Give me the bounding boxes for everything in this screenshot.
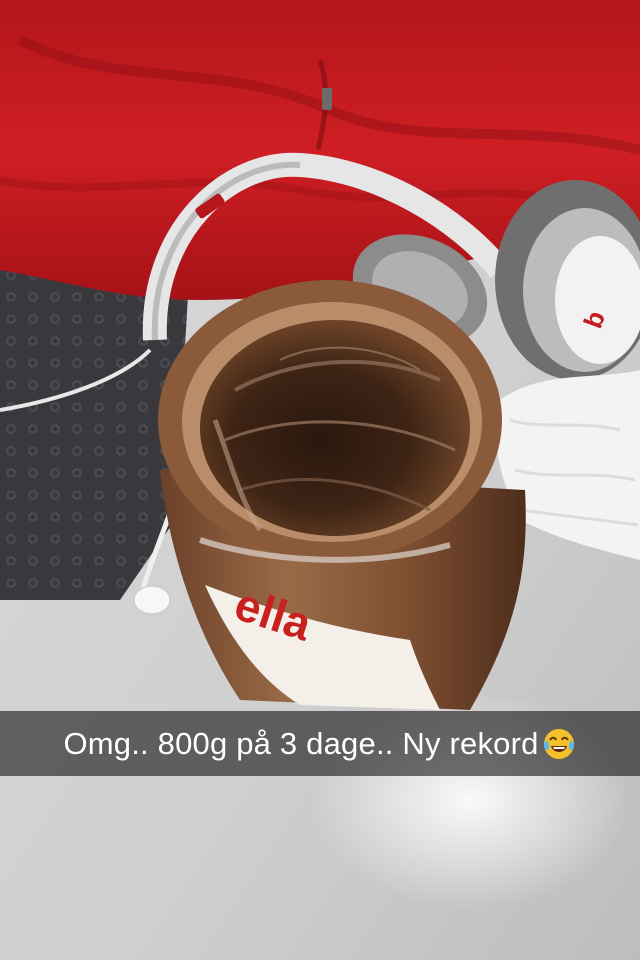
photo-scene: b ella: [0, 0, 640, 960]
caption-text: Omg.. 800g på 3 dage.. Ny rekord: [63, 726, 539, 761]
snap-caption: Omg.. 800g på 3 dage.. Ny rekord: [63, 726, 576, 762]
jar-inside: [200, 320, 470, 536]
face-with-tears-of-joy-icon: [541, 726, 577, 762]
snap-caption-bar: Omg.. 800g på 3 dage.. Ny rekord: [0, 711, 640, 776]
snap-photo: b ella Omg.. 800g på 3 dage.. Ny rekord: [0, 0, 640, 960]
zipper-pull: [322, 88, 332, 110]
white-earbud: [133, 585, 171, 615]
